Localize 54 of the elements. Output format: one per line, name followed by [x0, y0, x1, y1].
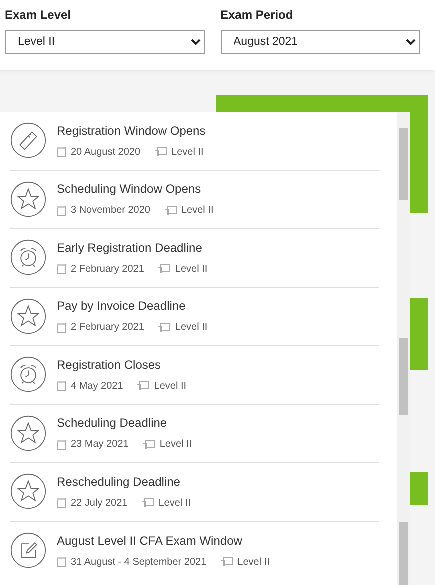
event-date: 2 February 2021: [71, 321, 144, 336]
scrollbar-thumb[interactable]: [399, 522, 408, 585]
event-date: 31 August - 4 September 2021: [71, 556, 207, 570]
calendar-icon: [57, 381, 66, 392]
background-card: [410, 472, 428, 505]
level-icon: [164, 206, 176, 216]
level-icon: [142, 440, 155, 450]
event-date: 20 August 2020: [71, 146, 141, 160]
level-icon: [158, 264, 170, 274]
level-icon: [137, 381, 150, 392]
event-title: Registration Closes: [57, 356, 162, 374]
background-card: [410, 298, 428, 370]
event-date: 2 February 2021: [71, 262, 144, 277]
level-icon: [154, 147, 167, 158]
level-icon: [220, 557, 233, 568]
event-title: Rescheduling Deadline: [57, 474, 182, 491]
event-title: Scheduling Deadline: [57, 415, 168, 432]
event-title: Early Registration Deadline: [57, 240, 204, 257]
level-icon: [158, 322, 170, 333]
dropdown[interactable]: August 2021: [220, 30, 420, 54]
event-level: Level II: [158, 496, 191, 511]
edit-icon: [10, 532, 47, 570]
alarm-clock-icon: [10, 356, 47, 394]
event-level: Level II: [154, 380, 187, 394]
event-date: 4 May 2021: [71, 380, 124, 394]
scrollbar-thumb[interactable]: [399, 338, 408, 415]
event-title: Pay by Invoice Deadline: [57, 298, 187, 316]
calendar-icon: [57, 147, 66, 158]
calendar-icon: [57, 264, 66, 274]
ticket-icon: [10, 122, 47, 160]
calendar-icon: [57, 206, 66, 216]
calendar-icon: [57, 440, 66, 450]
event-level: Level II: [238, 556, 270, 570]
event-title: Registration Window Opens: [57, 122, 206, 140]
calendar-icon: [57, 557, 66, 568]
alarm-clock-icon: [10, 239, 47, 276]
field-label: Exam Period: [220, 7, 294, 24]
event-level: Level II: [182, 204, 214, 218]
event-date: 22 July 2021: [71, 496, 128, 511]
event-level: Level II: [160, 438, 192, 452]
scrollbar[interactable]: [397, 112, 410, 585]
event-title: Scheduling Window Opens: [57, 181, 202, 198]
event-level: Level II: [175, 262, 208, 277]
event-level: Level II: [172, 146, 204, 160]
scrollbar-thumb[interactable]: [399, 128, 408, 200]
event-level: Level II: [175, 321, 208, 336]
level-icon: [142, 498, 154, 508]
event-title: August Level II CFA Exam Window: [57, 532, 244, 550]
field-label: Exam Level: [5, 7, 72, 24]
dropdown[interactable]: Level II: [5, 30, 204, 54]
calendar-icon: [57, 322, 66, 333]
event-date: 3 November 2020: [71, 204, 150, 218]
event-date: 23 May 2021: [71, 438, 129, 452]
calendar-icon: [57, 498, 66, 508]
